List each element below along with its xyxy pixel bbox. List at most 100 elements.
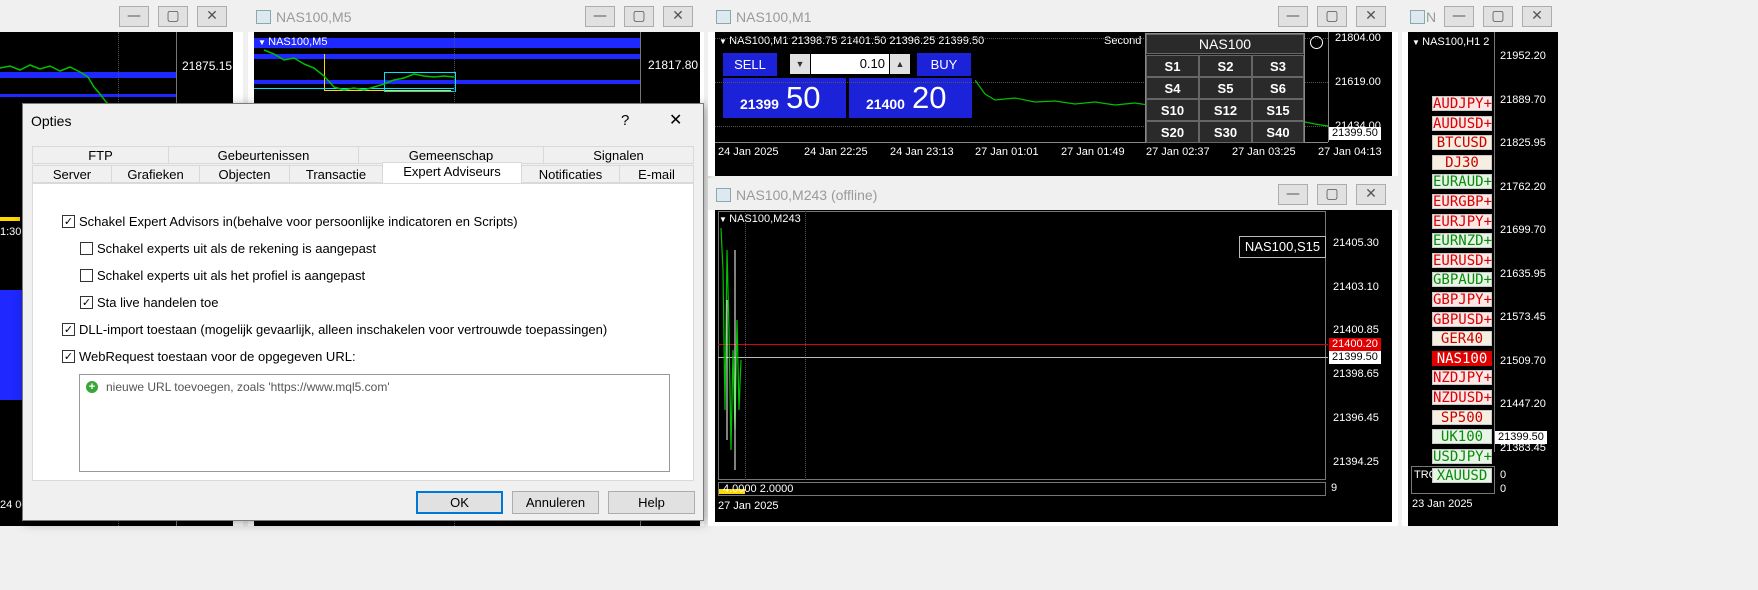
chart-window-icon [256, 10, 271, 24]
buy-price-small: 21400 [866, 96, 905, 112]
close-button[interactable]: ✕ [197, 6, 227, 27]
symbol-button[interactable]: DJ30 [1432, 154, 1492, 170]
symbol-button[interactable]: GBPUSD+ [1432, 311, 1492, 327]
timeframe-button-s2[interactable]: S2 [1199, 55, 1252, 77]
dialog-close-icon[interactable]: ✕ [669, 110, 682, 129]
price-label: 21635.95 [1500, 268, 1546, 280]
minimize-button[interactable]: — [1278, 6, 1308, 27]
symbol-button[interactable]: GBPJPY+ [1432, 292, 1492, 308]
add-url-text[interactable]: nieuwe URL toevoegen, zoals 'https://www… [106, 380, 390, 394]
close-button[interactable]: ✕ [1356, 184, 1386, 205]
lot-decrease-button[interactable]: ▼ [790, 54, 810, 74]
symbol-button[interactable]: USDJPY+ [1432, 448, 1492, 464]
symbol-button[interactable]: AUDUSD+ [1432, 115, 1492, 131]
close-button[interactable]: ✕ [663, 6, 693, 27]
symbol-button[interactable]: NZDUSD+ [1432, 390, 1492, 406]
tab-server[interactable]: Server [32, 165, 112, 183]
ok-button[interactable]: OK [416, 491, 503, 514]
symbol-button[interactable]: XAUUSD [1432, 468, 1492, 484]
tab-trade[interactable]: Transactie [289, 165, 383, 183]
symbol-button[interactable]: EURUSD+ [1432, 252, 1492, 268]
tab-objects[interactable]: Objecten [199, 165, 290, 183]
title-bar: NAS100,M243 (offline) — ▢ ✕ [708, 178, 1398, 210]
tab-notifications[interactable]: Notificaties [521, 165, 620, 183]
symbol-button[interactable]: EURAUD+ [1432, 174, 1492, 190]
tab-charts[interactable]: Grafieken [111, 165, 200, 183]
tab-ftp[interactable]: FTP [32, 146, 169, 164]
option-label: DLL-import toestaan (mogelijk gevaarlijk… [79, 322, 608, 337]
add-url-icon[interactable]: + [86, 381, 98, 393]
help-button[interactable]: Help [608, 491, 695, 514]
maximize-button[interactable]: ▢ [624, 6, 654, 27]
window-title: NAS100,M5 [276, 9, 352, 25]
window-title: N [1426, 9, 1437, 25]
url-list[interactable]: + nieuwe URL toevoegen, zoals 'https://w… [79, 374, 670, 472]
maximize-button[interactable]: ▢ [1317, 184, 1347, 205]
indicator-value: 0 [1500, 483, 1507, 495]
timeframe-button-s4[interactable]: S4 [1146, 77, 1199, 99]
symbol-button[interactable]: NZDJPY+ [1432, 370, 1492, 386]
symbol-button[interactable]: UK100 [1432, 429, 1492, 445]
maximize-button[interactable]: ▢ [1483, 6, 1513, 27]
symbol-button[interactable]: SP500 [1432, 409, 1492, 425]
maximize-button[interactable]: ▢ [1317, 6, 1347, 27]
price-label: 21762.20 [1500, 181, 1546, 193]
symbol-button[interactable]: NAS100 [1432, 350, 1492, 366]
timeframe-button-s30[interactable]: S30 [1199, 121, 1252, 143]
time-label: 27 Jan 01:49 [1061, 146, 1125, 158]
symbol-button[interactable]: BTCUSD [1432, 135, 1492, 151]
close-button[interactable]: ✕ [1522, 6, 1552, 27]
option-checkbox[interactable]: ✓ [80, 296, 93, 309]
help-icon[interactable]: ? [621, 112, 629, 129]
minimize-button[interactable]: — [1278, 184, 1308, 205]
minimize-button[interactable]: — [119, 6, 149, 27]
option-checkbox[interactable] [80, 269, 93, 282]
buy-button[interactable]: BUY [917, 53, 971, 76]
timeframe-button-s3[interactable]: S3 [1252, 55, 1304, 77]
timeframe-button-s40[interactable]: S40 [1252, 121, 1304, 143]
minimize-button[interactable]: — [1444, 6, 1474, 27]
sell-button[interactable]: SELL [723, 53, 777, 76]
symbol-button[interactable]: EURGBP+ [1432, 194, 1492, 210]
symbol-button[interactable]: GBPAUD+ [1432, 272, 1492, 288]
options-dialog: Opties ? ✕ FTP Gebeurtenissen Gemeenscha… [22, 103, 704, 521]
option-checkbox[interactable]: ✓ [62, 323, 75, 336]
time-label: 27 Jan 2025 [718, 500, 779, 512]
lot-increase-button[interactable]: ▲ [890, 54, 910, 74]
chart-window-icon [716, 10, 731, 24]
symbol-button[interactable]: AUDJPY+ [1432, 96, 1492, 112]
tab-expert-advisors[interactable]: Expert Adviseurs [382, 162, 522, 184]
price-label-current: 21399.50 [1329, 351, 1381, 364]
minimize-button[interactable]: — [585, 6, 615, 27]
symbol-button[interactable]: GER40 [1432, 331, 1492, 347]
title-bar: — ▢ ✕ [0, 0, 243, 32]
maximize-button[interactable]: ▢ [158, 6, 188, 27]
timeframe-button-s6[interactable]: S6 [1252, 77, 1304, 99]
option-checkbox[interactable] [80, 242, 93, 255]
timeframe-button-s5[interactable]: S5 [1199, 77, 1252, 99]
chart-symbol-label: ▼ NAS100,H1 2 [1412, 36, 1490, 48]
option-checkbox[interactable]: ✓ [62, 350, 75, 363]
cancel-button[interactable]: Annuleren [512, 491, 599, 514]
title-bar: NAS100,M5 — ▢ ✕ [248, 0, 704, 32]
symbol-button[interactable]: EURJPY+ [1432, 213, 1492, 229]
symbol-button[interactable]: EURNZD+ [1432, 233, 1492, 249]
price-label: 21405.30 [1333, 237, 1379, 249]
axis-separator [1328, 32, 1329, 142]
indicator-axis-value: 9 [1331, 482, 1338, 494]
timeframe-button-s12[interactable]: S12 [1199, 99, 1252, 121]
tab-events[interactable]: Gebeurtenissen [168, 146, 359, 164]
tab-email[interactable]: E-mail [619, 165, 694, 183]
option-checkbox[interactable]: ✓ [62, 215, 75, 228]
buy-price[interactable]: 21400 20 [849, 78, 972, 118]
price-label: 21952.20 [1500, 50, 1546, 62]
lot-input[interactable]: 0.10 [811, 54, 889, 74]
chart-area[interactable]: ▼ NAS100,M243 NAS100,S15 21405.30 21403.… [715, 210, 1392, 522]
tab-signals[interactable]: Signalen [543, 146, 694, 164]
timeframe-button-s15[interactable]: S15 [1252, 99, 1304, 121]
sell-price[interactable]: 21399 50 [723, 78, 846, 118]
close-button[interactable]: ✕ [1356, 6, 1386, 27]
timeframe-button-s20[interactable]: S20 [1146, 121, 1199, 143]
timeframe-button-s1[interactable]: S1 [1146, 55, 1199, 77]
timeframe-button-s10[interactable]: S10 [1146, 99, 1199, 121]
